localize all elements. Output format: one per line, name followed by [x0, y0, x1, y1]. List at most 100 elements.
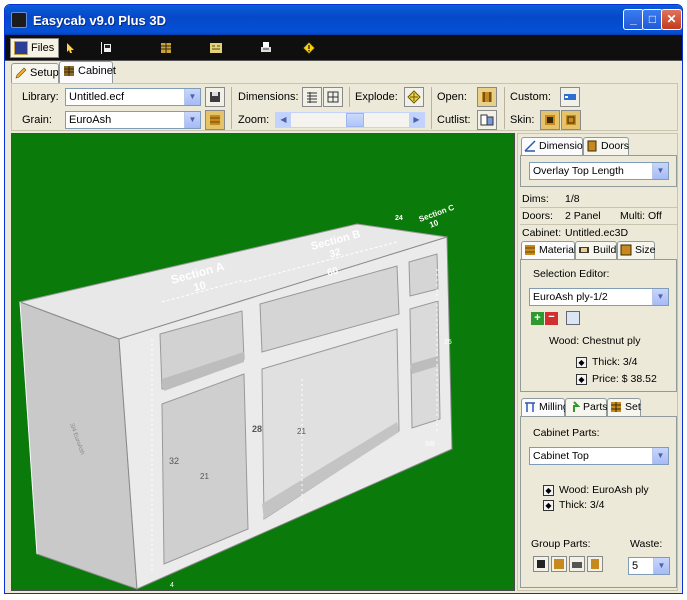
cabinet-parts-label: Cabinet Parts: — [533, 427, 600, 439]
tab-doors-label: Doors — [601, 140, 630, 152]
library-select[interactable]: Untitled.ecf ▼ — [65, 88, 201, 106]
open-label: Open: — [437, 91, 467, 103]
panel-tool-button[interactable] — [205, 38, 227, 58]
dimensions-list-button[interactable] — [302, 87, 322, 107]
explode-label: Explode: — [355, 91, 398, 103]
files-label: Files — [31, 42, 55, 54]
pointer-tool-button[interactable] — [60, 38, 82, 58]
door-icon — [587, 140, 597, 152]
parts-icon — [573, 401, 580, 412]
printer-icon — [261, 42, 271, 52]
label-bottom-dim: 3/8 — [425, 441, 435, 448]
tab-dimension[interactable]: Dimension — [521, 137, 589, 155]
skin-button-1[interactable] — [540, 110, 560, 130]
group-part-button-4[interactable] — [587, 556, 603, 572]
drawer-part-icon — [572, 562, 582, 568]
price-bullet-icon[interactable]: ◆ — [576, 374, 587, 385]
label-toe-dim: 4 — [170, 582, 174, 589]
part-thick: Thick: 3/4 — [559, 499, 605, 511]
printer-tool-button[interactable] — [255, 38, 277, 58]
tab-setup[interactable]: Setup — [11, 63, 59, 83]
cabinet-label: Cabinet: — [522, 227, 562, 239]
set-icon — [611, 402, 621, 412]
explode-button[interactable] — [404, 87, 424, 107]
skin-button-2[interactable] — [561, 110, 581, 130]
cabinet-3d-viewport[interactable]: Section A 10 Section B 32 Section C 10 6… — [11, 133, 515, 591]
toolbar-divider — [231, 87, 232, 129]
dimensions-grid-button[interactable] — [323, 87, 343, 107]
grain-value: EuroAsh — [69, 114, 112, 126]
build-icon — [579, 247, 589, 253]
tab-build[interactable]: Build — [575, 241, 617, 259]
toolbar-divider — [431, 87, 432, 129]
tab-material[interactable]: Material — [521, 241, 577, 259]
group-part-button-3[interactable] — [569, 556, 585, 572]
add-icon[interactable]: + — [531, 312, 544, 325]
material-group: Selection Editor: EuroAsh ply-1/2 ▼ + − … — [520, 259, 677, 392]
cabinet-toolbar: Library: Untitled.ecf ▼ Grain: EuroAsh ▼… — [11, 83, 678, 131]
grid-icon — [327, 91, 339, 103]
zoom-slider[interactable]: ◀ ▶ — [275, 112, 425, 128]
part-thick-bullet-icon[interactable]: ◆ — [543, 500, 554, 511]
cabinet-tab-icon — [64, 66, 74, 76]
tab-parts[interactable]: Parts — [565, 398, 608, 416]
grain-editor-button[interactable] — [205, 110, 225, 130]
scroll-right-icon[interactable]: ▶ — [409, 113, 424, 127]
custom-button[interactable] — [560, 87, 580, 107]
cutlist-button[interactable] — [477, 110, 497, 130]
tab-set-label: Set — [625, 401, 641, 413]
dims-label: Dims: — [522, 193, 549, 205]
overlay-value: Overlay Top Length — [533, 165, 624, 177]
label-height-right: 25 — [444, 339, 452, 346]
tab-size-label: Size — [635, 244, 656, 256]
dimensions-label: Dimensions: — [238, 91, 299, 103]
save-library-button[interactable] — [205, 87, 225, 107]
list-icon — [307, 92, 317, 103]
tab-cabinet[interactable]: Cabinet — [59, 61, 116, 83]
files-button[interactable]: Files — [10, 38, 60, 58]
tab-doors[interactable]: Doors — [583, 137, 629, 155]
parts-group: Cabinet Parts: Cabinet Top ▼ ◆ Wood: Eur… — [520, 416, 677, 588]
part-wood-bullet-icon[interactable]: ◆ — [543, 485, 554, 496]
remove-icon[interactable]: − — [545, 312, 558, 325]
tab-size[interactable]: Size — [617, 241, 655, 259]
chevron-down-icon: ▼ — [652, 163, 668, 179]
panel-icon — [210, 43, 222, 53]
label-depth: 24 — [395, 215, 403, 222]
maximize-button[interactable]: □ — [642, 9, 663, 30]
skin-icon — [545, 115, 555, 125]
close-button[interactable]: ✕ — [661, 9, 682, 30]
overlay-group: Overlay Top Length ▼ — [520, 155, 677, 187]
label-height-a: 28 — [252, 424, 262, 434]
scroll-left-icon[interactable]: ◀ — [276, 113, 291, 127]
opening-upper-right — [408, 253, 439, 297]
warning-tool-button[interactable] — [298, 38, 320, 58]
group-part-button-1[interactable] — [533, 556, 549, 572]
library-label: Library: — [22, 91, 59, 103]
open-button[interactable] — [477, 87, 497, 107]
menu-toolbar: Files — [5, 35, 682, 61]
cabinet-tool-button[interactable] — [95, 38, 117, 58]
drawers-icon — [161, 43, 171, 53]
edit-material-icon[interactable] — [566, 311, 580, 325]
doors-value: 2 Panel — [565, 210, 601, 222]
thick-bullet-icon[interactable]: ◆ — [576, 357, 587, 368]
ruler-icon — [524, 140, 536, 152]
cabinet-parts-select[interactable]: Cabinet Top ▼ — [529, 447, 669, 465]
waste-label: Waste: — [630, 538, 663, 550]
waste-select[interactable]: 5 ▼ — [628, 557, 670, 575]
app-logo-icon — [11, 12, 27, 28]
custom-icon — [564, 94, 576, 100]
tab-material-label: Material — [539, 244, 577, 256]
minimize-button[interactable]: _ — [623, 9, 644, 30]
drawers-tool-button[interactable] — [155, 38, 177, 58]
open-folder-icon — [482, 92, 492, 102]
grain-select[interactable]: EuroAsh ▼ — [65, 111, 201, 129]
overlay-select[interactable]: Overlay Top Length ▼ — [529, 162, 669, 180]
group-part-button-2[interactable] — [551, 556, 567, 572]
zoom-thumb[interactable] — [346, 113, 364, 127]
selection-select[interactable]: EuroAsh ply-1/2 ▼ — [529, 288, 669, 306]
properties-panel: Dimension Doors Overlay Top Length ▼ Dim… — [517, 133, 678, 591]
tab-set[interactable]: Set — [607, 398, 641, 416]
tab-milling[interactable]: Milling — [521, 398, 569, 416]
